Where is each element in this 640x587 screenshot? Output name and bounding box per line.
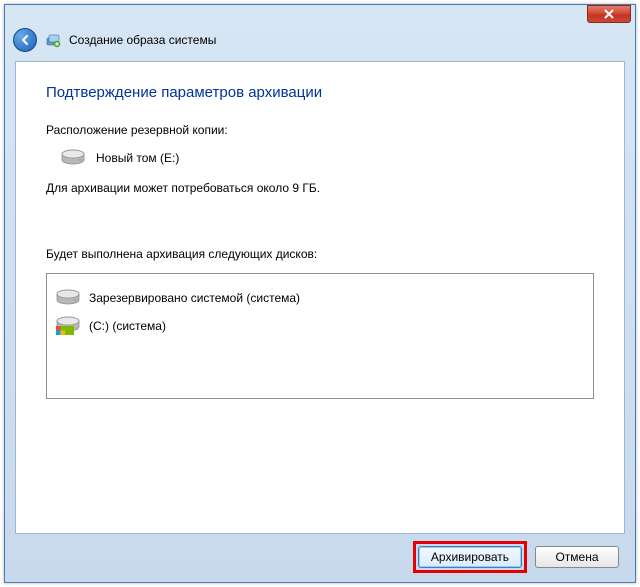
- disk-name: Зарезервировано системой (система): [89, 291, 300, 305]
- cancel-button[interactable]: Отмена: [535, 546, 619, 568]
- close-icon: [603, 9, 615, 19]
- backup-destination-name: Новый том (E:): [96, 151, 179, 165]
- button-footer: Архивировать Отмена: [15, 540, 625, 574]
- system-drive-icon: [55, 317, 81, 335]
- disk-row: (C:) (система): [55, 312, 585, 340]
- disk-row: Зарезервировано системой (система): [55, 284, 585, 312]
- size-estimate-text: Для архивации может потребоваться около …: [46, 181, 594, 195]
- title-bar: [5, 5, 635, 25]
- primary-button-highlight: Архивировать: [413, 541, 527, 573]
- hard-drive-icon: [60, 149, 86, 167]
- window-title: Создание образа системы: [69, 33, 216, 47]
- close-button[interactable]: [587, 5, 631, 23]
- start-backup-button[interactable]: Архивировать: [418, 546, 522, 568]
- backup-app-icon: [45, 32, 61, 48]
- backup-location-label: Расположение резервной копии:: [46, 123, 594, 137]
- content-panel: Подтверждение параметров архивации Распо…: [15, 61, 625, 534]
- disk-name: (C:) (система): [89, 319, 166, 333]
- arrow-left-icon: [18, 33, 32, 47]
- hard-drive-icon: [55, 289, 81, 307]
- page-heading: Подтверждение параметров архивации: [46, 84, 594, 101]
- backup-destination-row: Новый том (E:): [60, 149, 594, 167]
- disks-list-label: Будет выполнена архивация следующих диск…: [46, 247, 594, 261]
- back-button[interactable]: [13, 28, 37, 52]
- disks-list: Зарезервировано системой (система): [46, 273, 594, 399]
- nav-bar: Создание образа системы: [5, 25, 635, 55]
- wizard-window: Создание образа системы Подтверждение па…: [4, 4, 636, 583]
